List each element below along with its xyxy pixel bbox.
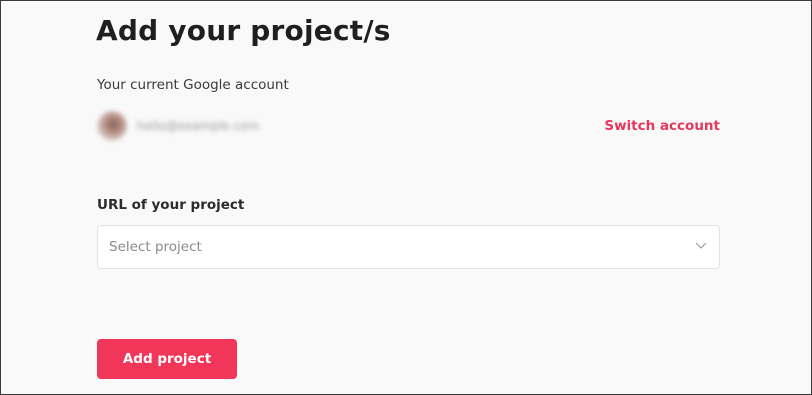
avatar [97, 111, 127, 141]
account-row: hello@example.com Switch account [97, 109, 720, 143]
account-label: Your current Google account [97, 77, 289, 93]
project-select[interactable]: Select project [97, 225, 720, 269]
switch-account-link[interactable]: Switch account [604, 118, 720, 134]
project-select-placeholder: Select project [109, 239, 202, 255]
add-project-button[interactable]: Add project [97, 339, 237, 379]
account-email: hello@example.com [137, 119, 260, 133]
page-title: Add your project/s [96, 14, 391, 47]
chevron-down-icon [695, 242, 707, 249]
add-project-panel: Add your project/s Your current Google a… [0, 0, 812, 395]
project-url-label: URL of your project [97, 197, 245, 213]
